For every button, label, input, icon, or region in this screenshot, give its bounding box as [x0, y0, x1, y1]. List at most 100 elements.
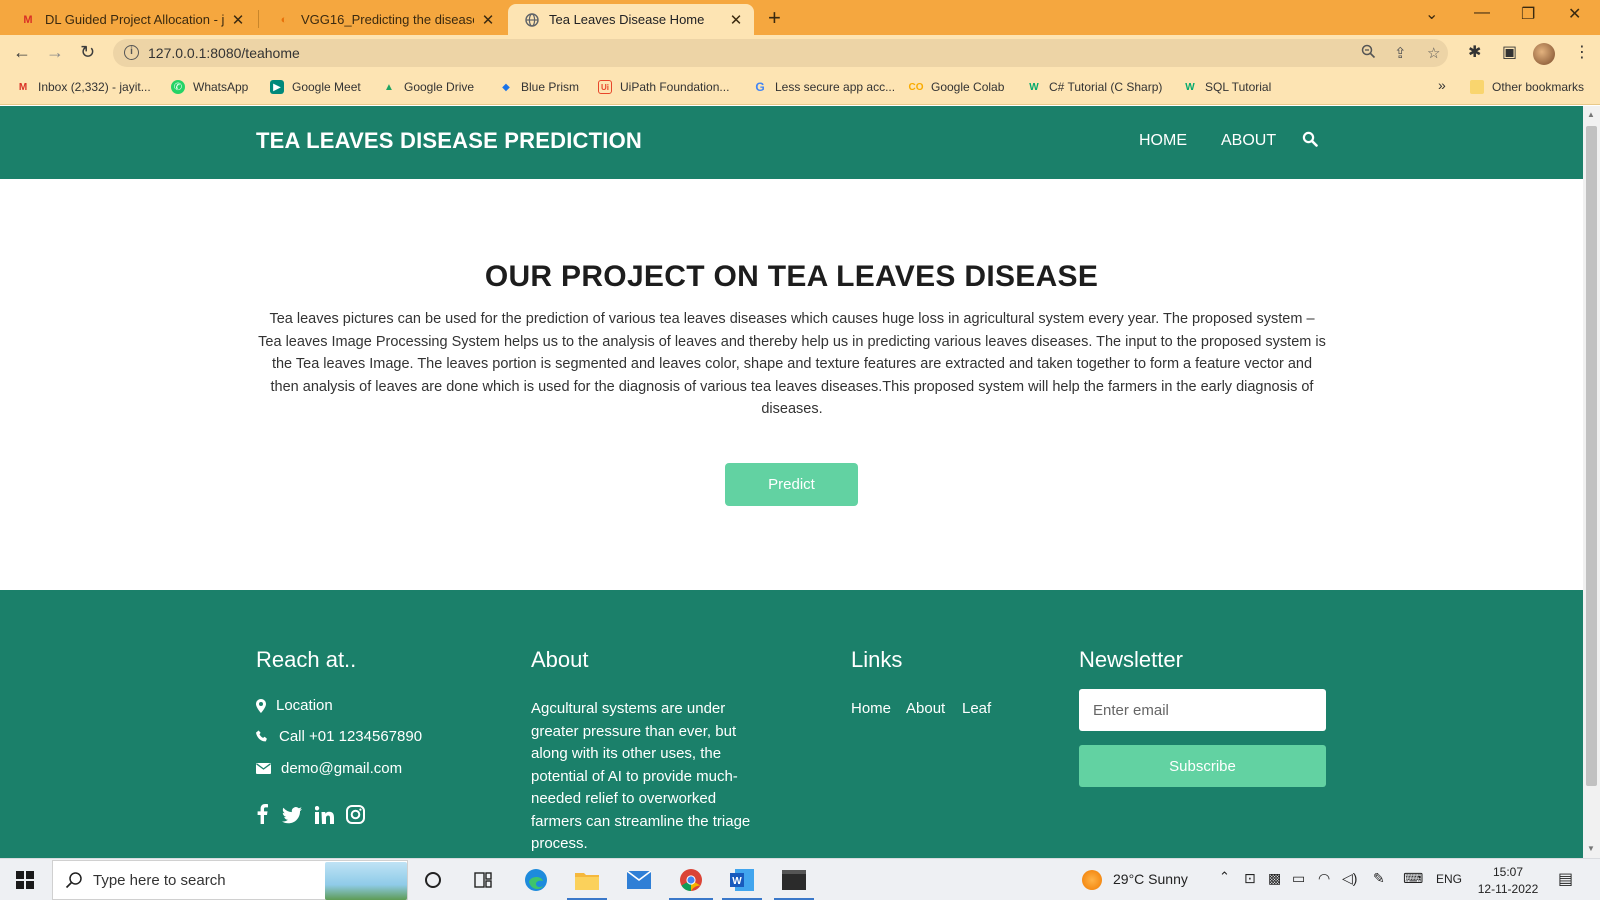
windows-taskbar: Type here to search W 29°C Sunny ⌃ ⊡ ▩ ▭…: [0, 858, 1600, 900]
svg-text:W: W: [732, 876, 742, 887]
close-icon[interactable]: ✕: [230, 11, 246, 29]
subscribe-button[interactable]: Subscribe: [1079, 745, 1326, 787]
page-viewport: TEA LEAVES DISEASE PREDICTION HOME ABOUT…: [0, 106, 1583, 858]
site-brand[interactable]: TEA LEAVES DISEASE PREDICTION: [256, 128, 642, 154]
linkedin-icon[interactable]: [314, 806, 334, 824]
terminal-icon[interactable]: [781, 867, 807, 893]
tab-title: VGG16_Predicting the disease in: [301, 12, 474, 27]
scroll-down-icon[interactable]: ▼: [1587, 844, 1595, 853]
footer-link-about[interactable]: About: [906, 700, 945, 717]
cortana-icon[interactable]: [420, 867, 446, 893]
bookmark-label: Blue Prism: [521, 80, 580, 94]
bookmark-label: Other bookmarks: [1492, 80, 1585, 94]
reload-icon[interactable]: ↻: [80, 42, 95, 63]
show-hidden-icons-chevron[interactable]: ⌃: [1219, 869, 1230, 885]
bookmark-inbox[interactable]: M Inbox (2,332) - jayit...: [16, 80, 151, 94]
close-icon[interactable]: ✕: [480, 11, 496, 29]
map-marker-icon: [256, 698, 266, 713]
weather-text[interactable]: 29°C Sunny: [1113, 871, 1188, 887]
close-icon[interactable]: ✕: [728, 11, 744, 29]
bookmark-google-colab[interactable]: CO Google Colab: [909, 80, 1005, 94]
search-icon[interactable]: [1302, 131, 1320, 149]
page-scrollbar[interactable]: ▲ ▼: [1583, 106, 1600, 858]
bookmark-google-drive[interactable]: ▲ Google Drive: [382, 80, 474, 94]
wifi-icon[interactable]: ◠: [1318, 870, 1330, 887]
tab-title: DL Guided Project Allocation - ja: [45, 12, 224, 27]
minimize-icon[interactable]: —: [1474, 4, 1490, 22]
taskbar-search-placeholder: Type here to search: [93, 872, 226, 889]
bookmark-uipath[interactable]: Ui UiPath Foundation...: [598, 80, 729, 94]
chrome-icon[interactable]: [678, 867, 704, 893]
battery-icon[interactable]: ▭: [1292, 870, 1305, 887]
tab-tea-leaves-home[interactable]: Tea Leaves Disease Home ✕: [508, 4, 754, 35]
word-icon[interactable]: W: [729, 867, 755, 893]
bookmark-label: Google Meet: [292, 80, 361, 94]
back-arrow-icon[interactable]: ←: [13, 42, 31, 63]
email-text[interactable]: demo@gmail.com: [281, 760, 402, 777]
security-icon[interactable]: ▩: [1268, 870, 1281, 887]
tab-title: Tea Leaves Disease Home: [549, 12, 705, 27]
meet-now-icon[interactable]: ⊡: [1244, 870, 1256, 887]
newsletter-email-input[interactable]: [1079, 689, 1326, 731]
site-header: TEA LEAVES DISEASE PREDICTION HOME ABOUT: [0, 106, 1583, 179]
gmail-icon: M: [18, 81, 28, 93]
file-explorer-icon[interactable]: [574, 867, 600, 893]
extensions-icon[interactable]: ✱: [1468, 42, 1481, 62]
tab-dl-guided-project[interactable]: M DL Guided Project Allocation - ja ✕: [4, 4, 256, 35]
nav-about-link[interactable]: ABOUT: [1221, 132, 1276, 150]
windows-start-icon[interactable]: [16, 871, 34, 889]
scroll-up-icon[interactable]: ▲: [1587, 110, 1595, 119]
footer-link-home[interactable]: Home: [851, 700, 891, 717]
site-info-icon[interactable]: i: [124, 45, 139, 60]
keyboard-icon[interactable]: ⌨: [1403, 870, 1423, 887]
bookmark-less-secure[interactable]: G Less secure app acc...: [753, 80, 895, 94]
bookmark-sql-tutorial[interactable]: W SQL Tutorial: [1183, 80, 1271, 94]
facebook-icon[interactable]: [256, 804, 268, 824]
weather-sun-icon[interactable]: [1082, 870, 1102, 890]
zoom-icon[interactable]: [1361, 44, 1376, 63]
bookmark-other[interactable]: Other bookmarks: [1470, 80, 1584, 94]
pen-icon[interactable]: ✎: [1373, 870, 1385, 887]
window-close-icon[interactable]: ✕: [1568, 4, 1581, 24]
nav-home-link[interactable]: HOME: [1139, 132, 1187, 150]
hero-title: OUR PROJECT ON TEA LEAVES DISEASE: [484, 260, 1099, 293]
taskbar-clock[interactable]: 15:07 12-11-2022: [1473, 864, 1543, 898]
w3-icon: W: [1185, 81, 1195, 93]
forward-arrow-icon[interactable]: →: [46, 42, 64, 63]
bookmark-whatsapp[interactable]: ✆ WhatsApp: [171, 80, 248, 94]
footer-link-leaf[interactable]: Leaf: [962, 700, 991, 717]
language-indicator[interactable]: ENG: [1436, 872, 1462, 886]
bookmark-csharp-tutorial[interactable]: W C# Tutorial (C Sharp): [1027, 80, 1162, 94]
profile-avatar[interactable]: [1533, 43, 1555, 65]
share-icon[interactable]: ⇪: [1394, 44, 1407, 62]
uipath-icon: Ui: [598, 80, 612, 94]
instagram-icon[interactable]: [346, 805, 366, 824]
volume-icon[interactable]: ◁): [1342, 870, 1357, 887]
taskbar-search-box[interactable]: Type here to search: [52, 860, 408, 900]
bookmark-label: Google Drive: [404, 80, 475, 94]
footer-links-title: Links: [851, 647, 903, 672]
footer-newsletter-title: Newsletter: [1079, 647, 1183, 672]
new-tab-icon[interactable]: +: [768, 5, 781, 31]
edge-icon[interactable]: [523, 867, 549, 893]
clock-date: 12-11-2022: [1477, 882, 1539, 896]
task-view-icon[interactable]: [470, 867, 496, 893]
bookmark-google-meet[interactable]: ▶ Google Meet: [270, 80, 361, 94]
tab-search-icon[interactable]: ⌄: [1425, 4, 1438, 24]
restore-icon[interactable]: ❐: [1521, 4, 1535, 24]
bookmark-blue-prism[interactable]: ◆ Blue Prism: [499, 80, 579, 94]
predict-button[interactable]: Predict: [725, 463, 858, 506]
notifications-icon[interactable]: ▤: [1558, 869, 1573, 889]
menu-dots-icon[interactable]: ⋮: [1574, 42, 1590, 62]
browser-toolbar: ← → ↻ i 127.0.0.1:8080/teahome ⇪ ☆: [0, 35, 1600, 71]
bookmark-label: Google Colab: [931, 80, 1005, 94]
more-bookmarks-chevron[interactable]: »: [1438, 77, 1446, 93]
scrollbar-thumb[interactable]: [1586, 126, 1597, 786]
bookmark-star-icon[interactable]: ☆: [1427, 44, 1440, 62]
tab-vgg16[interactable]: ◐ VGG16_Predicting the disease in ✕: [260, 4, 506, 35]
address-bar[interactable]: i 127.0.0.1:8080/teahome ⇪ ☆: [113, 39, 1448, 67]
url-text[interactable]: 127.0.0.1:8080/teahome: [148, 45, 300, 61]
mail-icon[interactable]: [626, 867, 652, 893]
twitter-icon[interactable]: [282, 807, 303, 824]
side-panel-icon[interactable]: ▣: [1502, 42, 1517, 62]
